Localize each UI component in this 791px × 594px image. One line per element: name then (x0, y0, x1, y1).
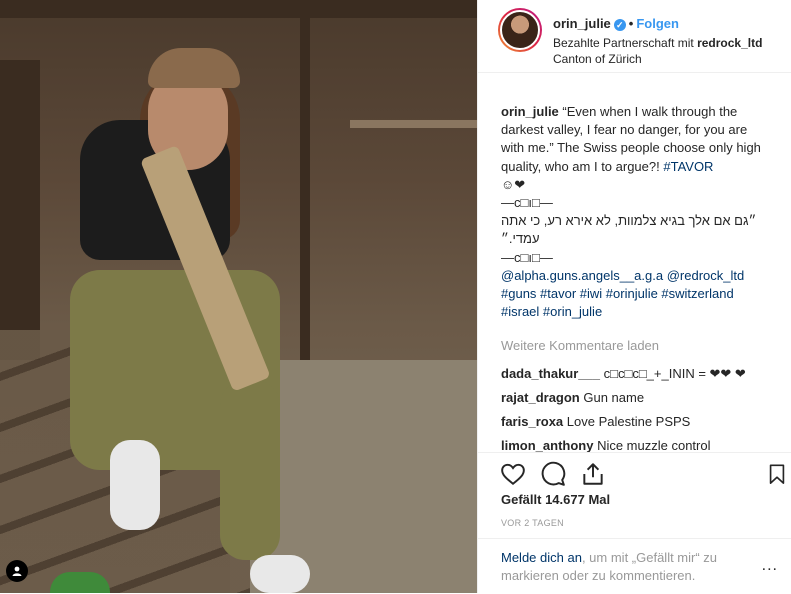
comment-username[interactable]: dada_thakur___ (501, 366, 600, 381)
caption-hashtags[interactable]: #guns #tavor #iwi #orinjulie #switzerlan… (501, 285, 773, 303)
verified-icon: ✓ (613, 18, 626, 31)
likes-count[interactable]: Gefällt 14.677 Mal (501, 492, 610, 507)
sponsored-label: Bezahlte Partnerschaft mit (553, 36, 694, 50)
heart-icon[interactable] (500, 461, 526, 487)
photo-shelf (350, 120, 477, 128)
caption-separator: —c□ı□— (501, 249, 553, 265)
comment-row: dada_thakur___ c□c□c□_+_ININ = ❤❤ ❤ (501, 365, 773, 383)
photo-beam (0, 0, 477, 18)
caption-emoji: ☺❤ (501, 176, 526, 192)
caption-hashtags[interactable]: #israel #orin_julie (501, 303, 773, 321)
avatar[interactable] (498, 8, 542, 52)
comment-row: rajat_dragon Gun name (501, 389, 773, 407)
username-link[interactable]: orin_julie (553, 16, 611, 31)
location-link[interactable]: Canton of Zürich (553, 51, 762, 67)
header-username-row: orin_julie ✓ • Folgen (553, 16, 679, 31)
post-date[interactable]: VOR 2 TAGEN (501, 518, 564, 528)
caption-hebrew: ״גם אם אלך בגיא צלמוות, לא אירא רע, כי א… (501, 213, 757, 247)
photo-post (300, 0, 310, 360)
caption-username[interactable]: orin_julie (501, 104, 559, 119)
photo-shoe (110, 440, 160, 530)
share-icon[interactable] (580, 461, 606, 487)
comment-icon[interactable] (540, 461, 566, 487)
comment-text: Nice muzzle control (593, 438, 711, 454)
login-prompt: Melde dich an, um mit „Gefällt mir“ zu m… (478, 538, 791, 594)
comments-section: orin_julie “Even when I walk through the… (501, 103, 773, 461)
bookmark-icon[interactable] (766, 461, 788, 487)
post-header: orin_julie ✓ • Folgen Bezahlte Partnerschaf… (478, 0, 791, 73)
comment-row: faris_roxa Love Palestine PSPS (501, 413, 773, 431)
comment-text: c□c□c□_+_ININ = ❤❤ ❤ (600, 365, 746, 381)
sponsor-link[interactable]: redrock_ltd (697, 36, 762, 50)
follow-button[interactable]: Folgen (636, 16, 679, 31)
photo-plant (50, 572, 110, 593)
comment-text: Love Palestine PSPS (563, 414, 691, 430)
comment-username[interactable]: rajat_dragon (501, 390, 580, 405)
post-photo[interactable] (0, 0, 477, 593)
login-text: Melde dich an, um mit „Gefällt mir“ zu m… (501, 549, 751, 585)
tagged-users-icon[interactable] (6, 560, 28, 582)
caption-mentions[interactable]: @alpha.guns.angels__a.g.a @redrock_ltd (501, 267, 773, 285)
more-options-icon[interactable]: ... (762, 557, 778, 575)
caption: orin_julie “Even when I walk through the… (501, 103, 773, 321)
hashtag-link[interactable]: #TAVOR (663, 159, 713, 174)
photo-shoe (250, 555, 310, 593)
action-bar (478, 452, 791, 493)
login-link[interactable]: Melde dich an (501, 550, 582, 565)
photo-cap (148, 48, 240, 88)
load-more-comments[interactable]: Weitere Kommentare laden (501, 337, 773, 355)
instagram-post: orin_julie ✓ • Folgen Bezahlte Partnerschaf… (0, 0, 791, 593)
photo-leg (220, 380, 280, 560)
header-subtitle: Bezahlte Partnerschaft mit redrock_ltd C… (553, 35, 762, 67)
comment-username[interactable]: limon_anthony (501, 438, 593, 453)
comment-text: Gun name (579, 389, 645, 405)
caption-separator: —c□ı□— (501, 195, 553, 211)
post-panel: orin_julie ✓ • Folgen Bezahlte Partnerschaf… (477, 0, 791, 593)
comment-username[interactable]: faris_roxa (501, 414, 563, 429)
photo-wall (0, 60, 40, 360)
separator-dot: • (628, 16, 634, 31)
